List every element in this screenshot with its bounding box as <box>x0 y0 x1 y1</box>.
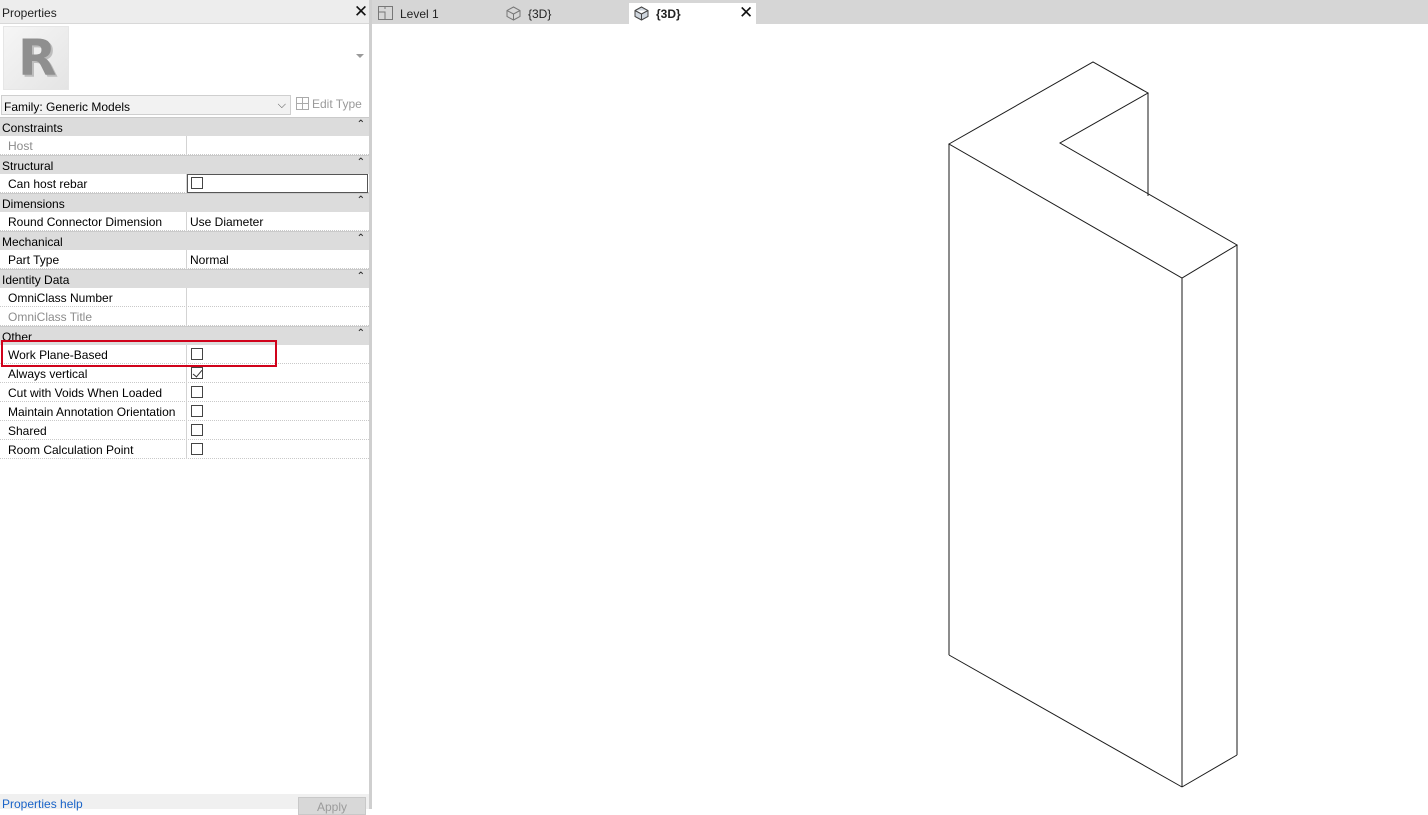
property-row-host: Host <box>0 136 369 155</box>
properties-panel: Properties ✕ R Family: Generic Models ⌵ … <box>0 0 369 815</box>
view-tab-bar: Level 1 {3D} {3D} ✕ <box>372 0 1428 24</box>
group-label: Constraints <box>2 121 63 135</box>
property-row-round-connector-dimension[interactable]: Round Connector Dimension Use Diameter <box>0 212 369 231</box>
shared-checkbox[interactable] <box>191 424 203 436</box>
collapse-icon[interactable]: ⌃ <box>357 195 365 206</box>
property-row-omniclass-title: OmniClass Title <box>0 307 369 326</box>
property-value[interactable] <box>188 288 368 307</box>
floor-plan-icon <box>378 6 393 20</box>
tab-label: {3D} <box>656 7 681 21</box>
group-identity-data[interactable]: Identity Data ⌃ <box>0 269 369 288</box>
always-vertical-checkbox[interactable] <box>191 367 203 379</box>
collapse-icon[interactable]: ⌃ <box>357 233 365 244</box>
close-icon[interactable]: ✕ <box>739 3 753 23</box>
maintain-annotation-orientation-checkbox[interactable] <box>191 405 203 417</box>
3d-view-icon <box>506 6 521 21</box>
property-label: Can host rebar <box>0 174 187 193</box>
edit-type-icon <box>296 97 309 110</box>
tab-label: {3D} <box>528 7 552 21</box>
property-label: Work Plane-Based <box>0 345 187 364</box>
tab-label: Level 1 <box>400 7 439 21</box>
group-other[interactable]: Other ⌃ <box>0 326 369 345</box>
property-value[interactable]: Normal <box>188 250 368 269</box>
family-dropdown[interactable]: Family: Generic Models ⌵ <box>1 95 291 115</box>
group-structural[interactable]: Structural ⌃ <box>0 155 369 174</box>
collapse-icon[interactable]: ⌃ <box>357 271 365 282</box>
property-label: Host <box>0 136 187 155</box>
tab-3d-active[interactable]: {3D} ✕ <box>629 3 756 24</box>
properties-title: Properties <box>2 6 57 20</box>
work-plane-based-checkbox[interactable] <box>191 348 203 360</box>
group-dimensions[interactable]: Dimensions ⌃ <box>0 193 369 212</box>
edit-type-button[interactable]: Edit Type <box>296 97 362 115</box>
property-value <box>188 307 368 326</box>
tab-3d-1[interactable]: {3D} <box>500 3 627 24</box>
property-label: Round Connector Dimension <box>0 212 187 231</box>
property-row-shared: Shared <box>0 421 369 440</box>
can-host-rebar-checkbox[interactable] <box>191 177 203 189</box>
type-selector[interactable]: R <box>0 24 369 94</box>
property-label: OmniClass Number <box>0 288 187 307</box>
collapse-icon[interactable]: ⌃ <box>357 328 365 339</box>
group-label: Structural <box>2 159 54 173</box>
property-row-can-host-rebar: Can host rebar <box>0 174 369 193</box>
group-label: Other <box>2 330 33 344</box>
property-row-omniclass-number[interactable]: OmniClass Number <box>0 288 369 307</box>
group-constraints[interactable]: Constraints ⌃ <box>0 117 369 136</box>
model-wireframe <box>947 61 1238 788</box>
apply-button[interactable]: Apply <box>298 797 366 815</box>
property-label: OmniClass Title <box>0 307 187 326</box>
property-row-work-plane-based: Work Plane-Based <box>0 345 369 364</box>
property-value <box>188 136 368 155</box>
property-label: Part Type <box>0 250 187 269</box>
tab-level-1[interactable]: Level 1 <box>372 3 498 24</box>
properties-footer: Properties help Apply <box>0 794 369 815</box>
group-label: Dimensions <box>2 197 65 211</box>
group-label: Identity Data <box>2 273 70 287</box>
property-row-maintain-annotation-orientation: Maintain Annotation Orientation <box>0 402 369 421</box>
edit-type-label: Edit Type <box>312 97 362 111</box>
room-calculation-point-checkbox[interactable] <box>191 443 203 455</box>
group-mechanical[interactable]: Mechanical ⌃ <box>0 231 369 250</box>
property-value[interactable]: Use Diameter <box>188 212 368 231</box>
property-row-always-vertical: Always vertical <box>0 364 369 383</box>
cut-with-voids-checkbox[interactable] <box>191 386 203 398</box>
revit-logo-icon: R <box>3 26 69 90</box>
properties-grid: Constraints ⌃ Host Structural ⌃ Can host… <box>0 117 369 459</box>
property-row-part-type[interactable]: Part Type Normal <box>0 250 369 269</box>
property-label: Maintain Annotation Orientation <box>0 402 187 421</box>
property-row-cut-with-voids: Cut with Voids When Loaded <box>0 383 369 402</box>
collapse-icon[interactable]: ⌃ <box>357 157 365 168</box>
property-label: Room Calculation Point <box>0 440 187 459</box>
chevron-down-icon[interactable] <box>356 54 364 58</box>
3d-viewport[interactable] <box>372 24 1428 809</box>
close-icon[interactable]: ✕ <box>353 3 369 21</box>
properties-title-bar: Properties ✕ <box>0 0 369 24</box>
family-row: Family: Generic Models ⌵ Edit Type <box>0 94 369 116</box>
chevron-down-icon: ⌵ <box>277 99 286 111</box>
property-label: Shared <box>0 421 187 440</box>
property-label: Cut with Voids When Loaded <box>0 383 187 402</box>
property-label: Always vertical <box>0 364 187 383</box>
3d-view-icon <box>634 6 649 21</box>
collapse-icon[interactable]: ⌃ <box>357 119 365 130</box>
property-value-editor[interactable] <box>187 174 368 193</box>
property-row-room-calculation-point: Room Calculation Point <box>0 440 369 459</box>
family-dropdown-value: Family: Generic Models <box>4 100 131 114</box>
group-label: Mechanical <box>2 235 63 249</box>
